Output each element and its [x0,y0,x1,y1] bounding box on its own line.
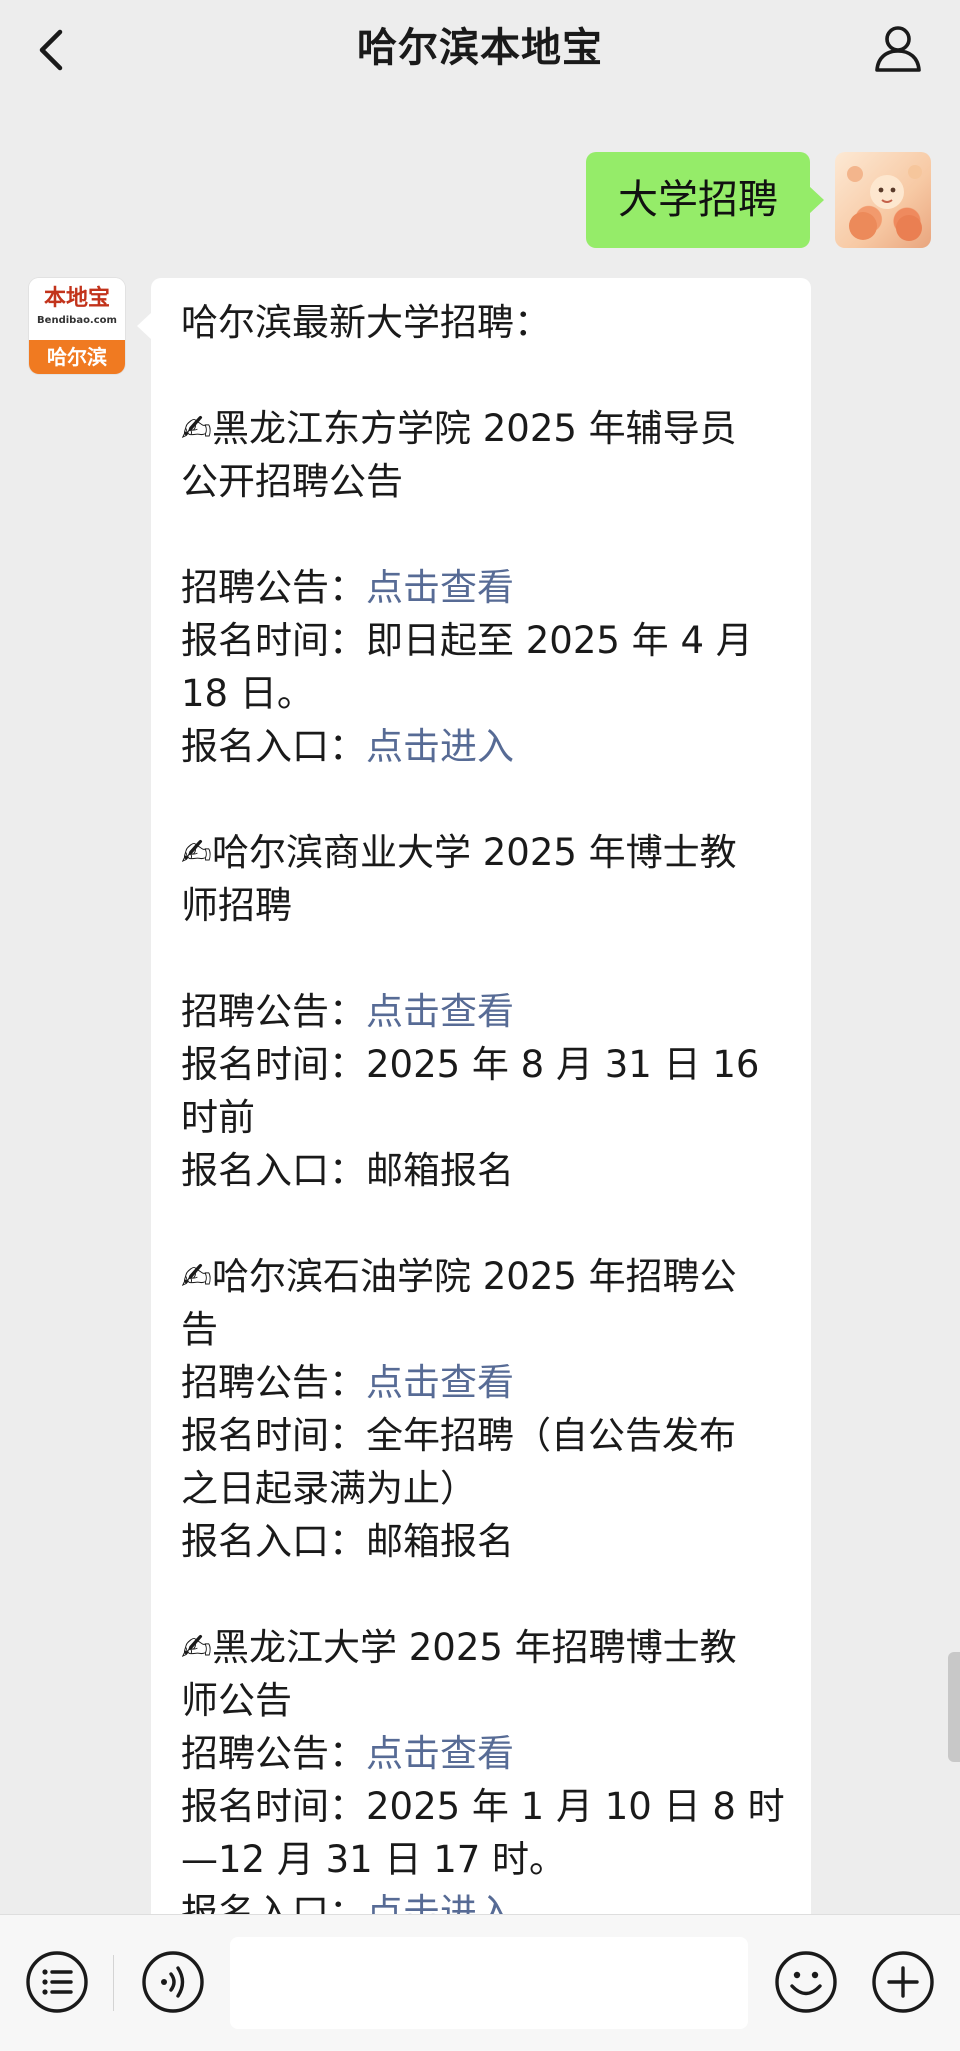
signup-time-value-cont: 18 日。 [181,672,314,715]
signup-entry-label: 报名入口： [181,1520,366,1563]
notice-row: 招聘公告：点击查看 [181,1356,789,1409]
notice-label: 招聘公告： [181,566,366,609]
signup-entry-label: 报名入口： [181,725,366,768]
input-bar [0,1914,960,2051]
signup-time-value: 2025 年 8 月 31 日 16 [366,1043,760,1086]
signup-entry-label: 报名入口： [181,1891,366,1914]
signup-entry-value: 邮箱报名 [366,1520,514,1563]
signup-entry-row: 报名入口：点击进入 [181,720,789,773]
chat-title: 哈尔滨本地宝 [357,25,603,71]
signup-time-value-cont: —12 月 31 日 17 时。 [181,1838,567,1881]
emoji-icon [775,1951,837,2013]
recruitment-item: ✍哈尔滨石油学院 2025 年招聘公告招聘公告：点击查看 报名时间：全年招聘（自公… [181,1197,789,1568]
signup-time-row: 报名时间：即日起至 2025 年 4 月 [181,614,789,667]
message-input[interactable] [230,1937,748,2029]
recruitment-list: ✍黑龙江东方学院 2025 年辅导员 公开招聘公告 招聘公告：点击查看 报名时间：即日… [181,349,789,1914]
bar-divider [113,1955,114,2011]
person-icon [875,26,921,72]
notice-row: 招聘公告：点击查看 [181,1727,789,1780]
more-button[interactable] [870,1949,936,2015]
notice-link[interactable]: 点击查看 [366,1361,514,1404]
notice-row: 招聘公告：点击查看 [181,561,789,614]
bot-message-bubble[interactable]: 哈尔滨最新大学招聘： ✍黑龙江东方学院 2025 年辅导员 公开招聘公告 招聘公告：… [137,278,811,1914]
chat-header: 哈尔滨本地宝 [0,0,960,100]
notice-row: 招聘公告：点击查看 [181,985,789,1038]
item-title-line: ✍哈尔滨石油学院 2025 年招聘公 [181,1255,737,1298]
plus-icon [872,1951,934,2013]
item-title-line: ✍黑龙江大学 2025 年招聘博士教 [181,1626,737,1669]
profile-button[interactable] [870,20,926,76]
item-title-line: ✍黑龙江东方学院 2025 年辅导员 [181,407,737,450]
chat-messages[interactable]: 大学招聘 本地宝 Bendibao.com 哈尔滨 哈尔滨最新大学招聘： ✍黑龙… [0,100,960,1914]
notice-link[interactable]: 点击查看 [366,1732,514,1775]
recruitment-item: ✍黑龙江大学 2025 年招聘博士教 师公告 招聘公告：点击查看 报名时间：2025 … [181,1568,789,1914]
signup-entry-value: 邮箱报名 [366,1149,514,1192]
recruitment-item: ✍哈尔滨商业大学 2025 年博士教 师招聘 招聘公告：点击查看 报名时间：2025 … [181,773,789,1197]
signup-time-row: 报名时间：全年招聘（自公告发布 [181,1409,789,1462]
signup-time-label: 报名时间： [181,1043,366,1086]
notice-link[interactable]: 点击查看 [366,566,514,609]
official-account-avatar[interactable]: 本地宝 Bendibao.com 哈尔滨 [29,278,125,374]
notice-label: 招聘公告： [181,1361,366,1404]
signup-entry-link[interactable]: 点击进入 [366,1891,514,1914]
signup-time-label: 报名时间： [181,619,366,662]
signup-entry-row: 报名入口：邮箱报名 [181,1144,789,1197]
voice-button[interactable] [140,1949,206,2015]
logo-subtext: Bendibao.com [37,315,117,326]
avatar-image [847,165,922,241]
logo-text: 本地宝 [43,286,110,311]
menu-list-icon [26,1951,88,2013]
notice-label: 招聘公告： [181,990,366,1033]
signup-time-value: 2025 年 1 月 10 日 8 时 [366,1785,785,1828]
chat-screen: 哈尔滨本地宝 大学招聘 本地宝 Bendibao.com 哈尔滨 哈尔滨最新大学… [0,0,960,2051]
emoji-button[interactable] [773,1949,839,2015]
signup-entry-link[interactable]: 点击进入 [366,725,514,768]
menu-button[interactable] [24,1949,90,2015]
notice-label: 招聘公告： [181,1732,366,1775]
item-title-line: 公开招聘公告 [181,460,403,503]
item-title-line: 师公告 [181,1679,292,1722]
message-intro: 哈尔滨最新大学招聘： [181,301,551,344]
item-title-line: 师招聘 [181,884,292,927]
recruitment-item: ✍黑龙江东方学院 2025 年辅导员 公开招聘公告 招聘公告：点击查看 报名时间：即日… [181,349,789,773]
signup-entry-row: 报名入口：点击进入 [181,1886,789,1914]
signup-time-value-cont: 之日起录满为止） [181,1467,477,1510]
bendibao-logo: 本地宝 Bendibao.com [29,278,125,340]
logo-city-label: 哈尔滨 [29,340,125,374]
notice-link[interactable]: 点击查看 [366,990,514,1033]
signup-time-value: 全年招聘（自公告发布 [366,1414,736,1457]
signup-time-value-cont: 时前 [181,1096,255,1139]
signup-time-row: 报名时间：2025 年 1 月 10 日 8 时 [181,1780,789,1833]
my-avatar[interactable] [835,152,931,248]
scrollbar-thumb[interactable] [948,1652,960,1762]
signup-time-value: 即日起至 2025 年 4 月 [366,619,753,662]
my-message-text: 大学招聘 [618,177,778,223]
signup-time-label: 报名时间： [181,1785,366,1828]
my-message-bubble[interactable]: 大学招聘 [586,152,824,248]
item-title-line: 告 [181,1308,218,1351]
item-title-line: ✍哈尔滨商业大学 2025 年博士教 [181,831,737,874]
signup-entry-row: 报名入口：邮箱报名 [181,1515,789,1568]
voice-icon [142,1951,204,2013]
signup-time-row: 报名时间：2025 年 8 月 31 日 16 [181,1038,789,1091]
signup-entry-label: 报名入口： [181,1149,366,1192]
signup-time-label: 报名时间： [181,1414,366,1457]
